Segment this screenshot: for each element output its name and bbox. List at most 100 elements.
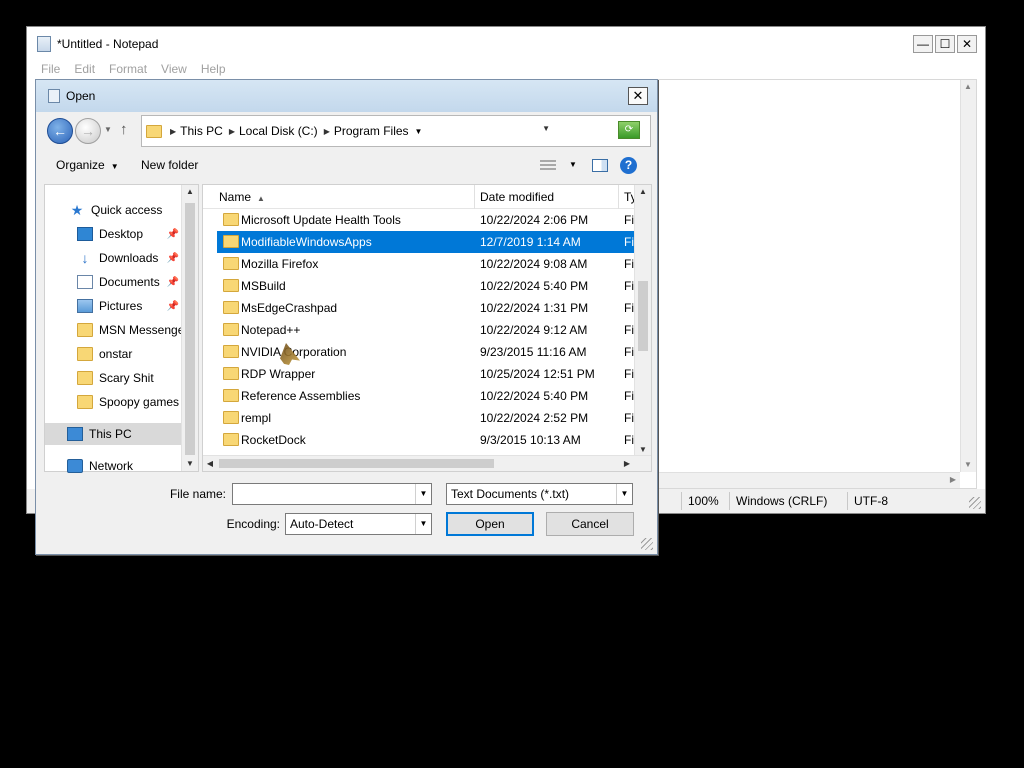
folder-icon (223, 433, 239, 446)
file-row[interactable]: RDP Wrapper 10/25/2024 12:51 PM Fi (203, 363, 634, 385)
file-row-selected[interactable]: ModifiableWindowsApps 12/7/2019 1:14 AM Fi (217, 231, 634, 253)
nav-item-msn-messenger[interactable]: MSN Messenger (77, 319, 183, 341)
nav-item-onstar[interactable]: onstar (77, 343, 183, 365)
file-row[interactable]: Notepad++ 10/22/2024 9:12 AM Fi (203, 319, 634, 341)
up-arrow-icon[interactable]: ↑ (120, 121, 128, 138)
nav-pane-scrollbar[interactable]: ▲ ▼ (181, 185, 198, 471)
open-button[interactable]: Open (446, 512, 534, 536)
scrollbar-thumb[interactable] (219, 459, 494, 468)
recent-locations-chevron-icon[interactable]: ▼ (104, 125, 112, 134)
nav-item-spoopy-games[interactable]: Spoopy games (77, 391, 183, 413)
file-name: MSBuild (241, 279, 286, 293)
close-button[interactable]: ✕ (957, 35, 977, 53)
file-list-horizontal-scrollbar[interactable]: ◀ ▶ (203, 455, 651, 471)
status-line-ending: Windows (CRLF) (729, 492, 847, 510)
file-row[interactable]: Microsoft Update Health Tools 10/22/2024 … (203, 209, 634, 231)
nav-item-desktop[interactable]: Desktop 📌 (77, 223, 183, 245)
chevron-down-icon[interactable]: ▼ (415, 484, 431, 504)
dialog-title-bar[interactable]: Open ✕ (36, 80, 657, 112)
notepad-icon (37, 35, 51, 52)
folder-icon (223, 345, 239, 358)
menu-edit[interactable]: Edit (74, 62, 95, 76)
sort-ascending-icon: ▲ (257, 194, 265, 203)
nav-item-documents[interactable]: Documents 📌 (77, 271, 183, 293)
file-date: 10/22/2024 2:06 PM (480, 213, 589, 227)
pin-icon: 📌 (166, 252, 179, 264)
cancel-button[interactable]: Cancel (546, 512, 634, 536)
nav-item-label: Network (89, 459, 134, 473)
nav-item-network[interactable]: Network (67, 455, 183, 477)
maximize-button[interactable]: ☐ (935, 35, 955, 53)
resize-grip-icon[interactable] (641, 538, 653, 550)
file-row[interactable]: rempl 10/22/2024 2:52 PM Fi (203, 407, 634, 429)
chevron-down-icon[interactable]: ▼ (616, 484, 632, 504)
scroll-down-icon[interactable]: ▼ (183, 457, 197, 471)
folder-icon (223, 213, 239, 226)
new-folder-button[interactable]: New folder (141, 158, 198, 172)
chevron-down-icon[interactable]: ▼ (415, 514, 431, 534)
file-type: Fi (624, 235, 634, 249)
file-date: 10/22/2024 1:31 PM (480, 301, 589, 315)
scroll-up-icon[interactable]: ▲ (961, 80, 975, 94)
menu-format[interactable]: Format (109, 62, 147, 76)
column-header-date-modified[interactable]: Date modified (474, 185, 554, 209)
nav-item-pictures[interactable]: Pictures 📌 (77, 295, 183, 317)
notepad-vertical-scrollbar[interactable]: ▲ ▼ (960, 80, 976, 472)
menu-help[interactable]: Help (201, 62, 226, 76)
file-row[interactable]: MSBuild 10/22/2024 5:40 PM Fi (203, 275, 634, 297)
chevron-down-icon[interactable]: ▼ (569, 160, 577, 169)
file-row[interactable]: RocketDock 9/3/2015 10:13 AM Fi (203, 429, 634, 451)
nav-item-this-pc[interactable]: This PC (45, 423, 183, 445)
chevron-right-icon[interactable]: ▶ (229, 127, 235, 136)
help-icon[interactable]: ? (620, 157, 637, 174)
view-options-icon[interactable] (540, 160, 556, 172)
chevron-down-icon[interactable]: ▼ (415, 127, 423, 136)
back-arrow-icon[interactable]: ← (47, 118, 73, 144)
scrollbar-thumb[interactable] (185, 203, 195, 455)
breadcrumb-program-files[interactable]: Program Files (334, 124, 409, 138)
menu-file[interactable]: File (41, 62, 60, 76)
forward-arrow-icon[interactable]: → (75, 118, 101, 144)
desktop-icon (77, 227, 93, 241)
resize-grip-icon[interactable] (969, 497, 981, 509)
file-type-select[interactable]: Text Documents (*.txt) ▼ (446, 483, 633, 505)
breadcrumb-this-pc[interactable]: This PC (180, 124, 223, 138)
file-date: 10/22/2024 5:40 PM (480, 279, 589, 293)
file-row[interactable]: Reference Assemblies 10/22/2024 5:40 PM Fi (203, 385, 634, 407)
breadcrumb-local-disk[interactable]: Local Disk (C:) (239, 124, 318, 138)
notepad-title-bar[interactable]: *Untitled - Notepad — ☐ ✕ (27, 27, 985, 60)
organize-button[interactable]: Organize ▼ (56, 158, 119, 172)
encoding-select[interactable]: Auto-Detect ▼ (285, 513, 432, 535)
scroll-up-icon[interactable]: ▲ (183, 185, 197, 199)
file-type: Fi (624, 345, 634, 359)
nav-item-scary-shit[interactable]: Scary Shit (77, 367, 183, 389)
nav-item-downloads[interactable]: ↓ Downloads 📌 (77, 247, 183, 269)
downloads-icon: ↓ (81, 250, 89, 266)
file-row[interactable]: NVIDIA Corporation 9/23/2015 11:16 AM Fi (203, 341, 634, 363)
minimize-button[interactable]: — (913, 35, 933, 53)
file-date: 9/23/2015 11:16 AM (480, 345, 587, 359)
dialog-close-button[interactable]: ✕ (628, 87, 648, 105)
scroll-right-icon[interactable]: ▶ (946, 473, 960, 487)
scroll-up-icon[interactable]: ▲ (636, 185, 650, 199)
preview-pane-icon[interactable] (592, 159, 608, 172)
chevron-right-icon[interactable]: ▶ (170, 127, 176, 136)
file-type: Fi (624, 433, 634, 447)
nav-item-label: Downloads (99, 251, 159, 265)
file-row[interactable]: MsEdgeCrashpad 10/22/2024 1:31 PM Fi (203, 297, 634, 319)
scrollbar-thumb[interactable] (638, 281, 648, 351)
folder-icon (223, 389, 239, 402)
file-name-input[interactable]: ▼ (232, 483, 432, 505)
scroll-left-icon[interactable]: ◀ (203, 457, 217, 471)
scroll-down-icon[interactable]: ▼ (961, 458, 975, 472)
menu-view[interactable]: View (161, 62, 187, 76)
file-date: 12/7/2019 1:14 AM (480, 235, 581, 249)
scroll-right-icon[interactable]: ▶ (620, 457, 634, 471)
file-list-vertical-scrollbar[interactable]: ▲ ▼ (634, 185, 651, 457)
address-bar[interactable]: ▶ This PC ▶ Local Disk (C:) ▶ Program Files… (141, 115, 651, 147)
refresh-icon[interactable]: ⟳ (618, 121, 640, 139)
file-row[interactable]: Mozilla Firefox 10/22/2024 9:08 AM Fi (203, 253, 634, 275)
chevron-right-icon[interactable]: ▶ (324, 127, 330, 136)
column-header-name[interactable]: Name ▲ (213, 185, 265, 209)
address-history-dropdown-icon[interactable]: ▼ (542, 124, 550, 133)
